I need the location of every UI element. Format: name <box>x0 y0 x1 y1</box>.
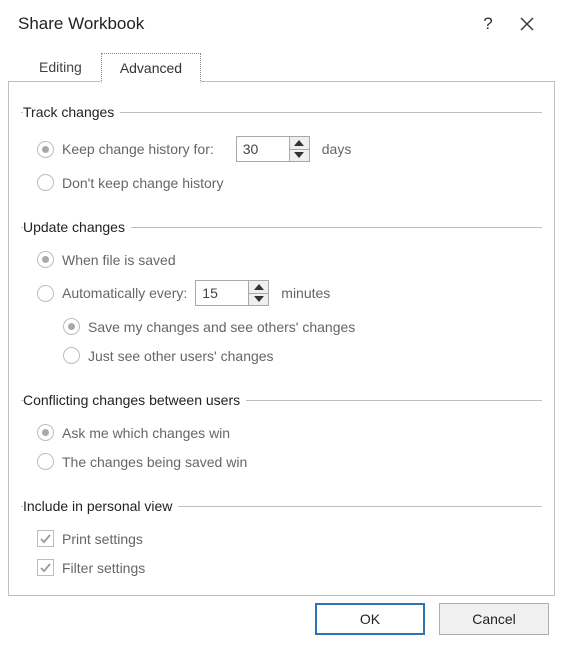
radio-icon <box>37 251 54 268</box>
spinner-down-button[interactable] <box>249 293 268 306</box>
option-print-settings[interactable]: Print settings <box>37 530 536 547</box>
minutes-spinner[interactable] <box>195 280 269 306</box>
group-update-changes: Update changes When file is saved Automa… <box>21 219 542 376</box>
chevron-down-icon <box>294 152 304 158</box>
chevron-up-icon <box>254 284 264 290</box>
help-button[interactable]: ? <box>471 14 505 34</box>
tab-bar: Editing Advanced <box>0 44 563 82</box>
tab-advanced[interactable]: Advanced <box>101 53 201 83</box>
group-legend: Include in personal view <box>23 498 178 514</box>
checkbox-icon <box>37 530 54 547</box>
days-spinner[interactable] <box>236 136 310 162</box>
radio-icon <box>37 285 54 302</box>
spinner-down-button[interactable] <box>290 149 309 162</box>
option-auto-every[interactable]: Automatically every: minutes <box>37 280 536 306</box>
check-icon <box>39 532 52 545</box>
window-title: Share Workbook <box>18 14 471 34</box>
radio-icon <box>63 318 80 335</box>
option-label: Filter settings <box>62 560 145 576</box>
option-save-my-changes[interactable]: Save my changes and see others' changes <box>63 318 536 335</box>
group-legend: Track changes <box>23 104 120 120</box>
radio-icon <box>37 424 54 441</box>
days-unit: days <box>322 141 352 157</box>
chevron-down-icon <box>254 296 264 302</box>
spinner-up-button[interactable] <box>249 281 268 293</box>
tab-editing[interactable]: Editing <box>20 52 101 82</box>
option-keep-history[interactable]: Keep change history for: days <box>37 136 536 162</box>
title-bar: Share Workbook ? <box>0 0 563 44</box>
option-just-see-others[interactable]: Just see other users' changes <box>63 347 536 364</box>
close-button[interactable] <box>505 17 549 31</box>
group-personal-view: Include in personal view Print settings … <box>21 498 542 588</box>
ok-button[interactable]: OK <box>315 603 425 635</box>
minutes-input[interactable] <box>196 281 248 305</box>
checkbox-icon <box>37 559 54 576</box>
radio-icon <box>37 453 54 470</box>
option-dont-keep-history[interactable]: Don't keep change history <box>37 174 536 191</box>
days-input[interactable] <box>237 137 289 161</box>
close-icon <box>520 17 534 31</box>
group-conflicting-changes: Conflicting changes between users Ask me… <box>21 392 542 482</box>
group-legend: Update changes <box>23 219 131 235</box>
tab-panel: Track changes Keep change history for: d… <box>8 82 555 596</box>
option-ask-which-win[interactable]: Ask me which changes win <box>37 424 536 441</box>
option-filter-settings[interactable]: Filter settings <box>37 559 536 576</box>
option-label: Just see other users' changes <box>88 348 274 364</box>
dialog-footer: OK Cancel <box>315 603 549 635</box>
option-label: Save my changes and see others' changes <box>88 319 355 335</box>
group-legend: Conflicting changes between users <box>23 392 246 408</box>
option-when-saved[interactable]: When file is saved <box>37 251 536 268</box>
option-label: Don't keep change history <box>62 175 223 191</box>
radio-icon <box>37 174 54 191</box>
check-icon <box>39 561 52 574</box>
chevron-up-icon <box>294 140 304 146</box>
option-label: The changes being saved win <box>62 454 247 470</box>
radio-icon <box>63 347 80 364</box>
spinner-up-button[interactable] <box>290 137 309 149</box>
option-label: When file is saved <box>62 252 176 268</box>
option-label: Automatically every: <box>62 285 187 301</box>
minutes-unit: minutes <box>281 285 330 301</box>
group-track-changes: Track changes Keep change history for: d… <box>21 104 542 203</box>
option-label: Print settings <box>62 531 143 547</box>
radio-icon <box>37 141 54 158</box>
option-saved-win[interactable]: The changes being saved win <box>37 453 536 470</box>
cancel-button[interactable]: Cancel <box>439 603 549 635</box>
option-label: Ask me which changes win <box>62 425 230 441</box>
option-label: Keep change history for: <box>62 141 214 157</box>
